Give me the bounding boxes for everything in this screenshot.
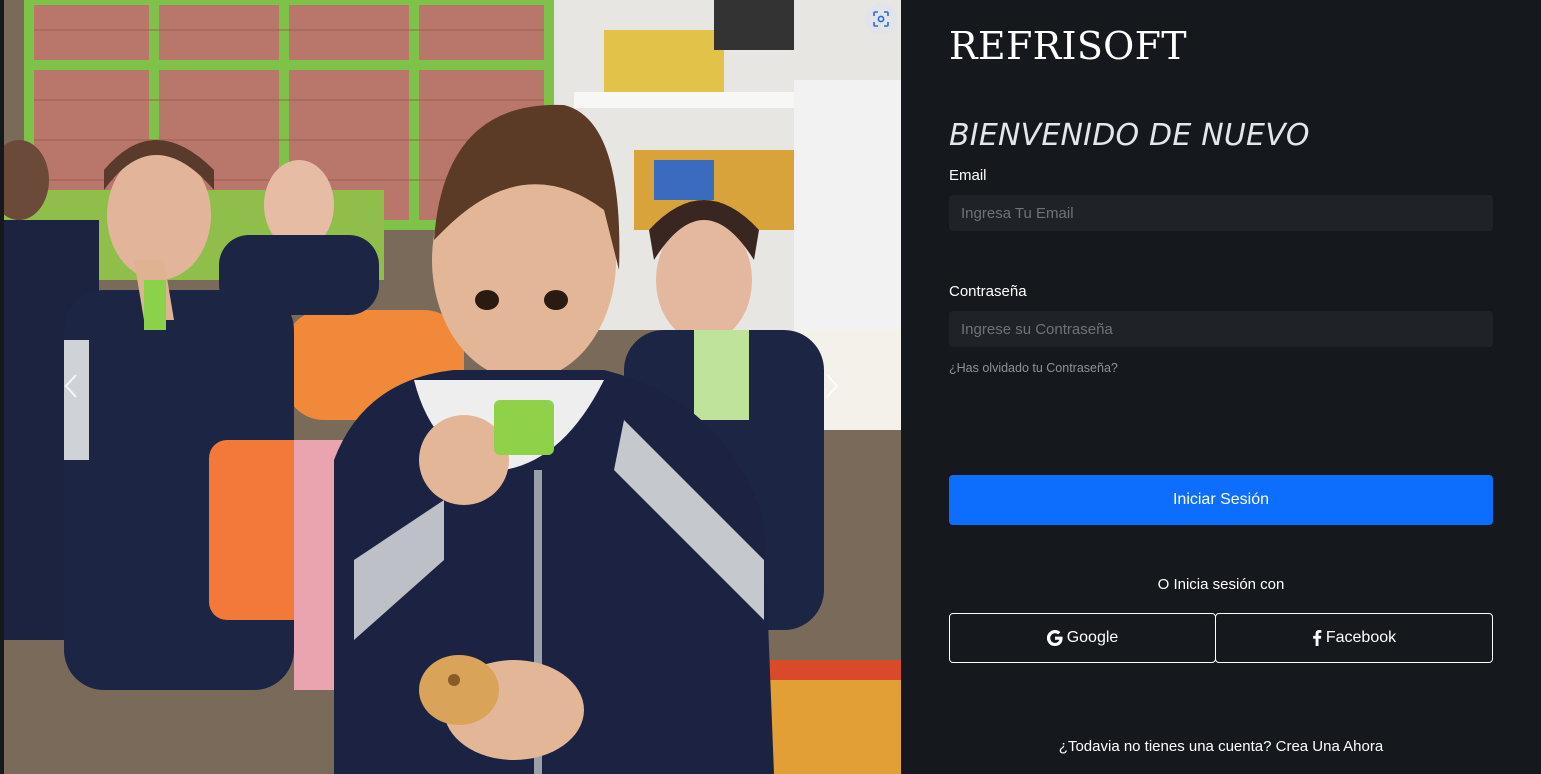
- forgot-password-link[interactable]: ¿Has olvidado tu Contraseña?: [949, 361, 1118, 375]
- visual-search-button[interactable]: [865, 3, 897, 35]
- chevron-right-icon: [826, 374, 839, 398]
- carousel-next-button[interactable]: [817, 366, 847, 406]
- login-button[interactable]: Iniciar Sesión: [949, 475, 1493, 525]
- email-field[interactable]: [949, 195, 1493, 231]
- signup-prompt: ¿Todavia no tienes una cuenta? Crea Una …: [949, 738, 1493, 755]
- login-panel: REFRISOFT BIENVENIDO DE NUEVO Email Cont…: [901, 0, 1541, 774]
- email-label: Email: [949, 167, 987, 184]
- welcome-heading: BIENVENIDO DE NUEVO: [949, 118, 1310, 153]
- password-field[interactable]: [949, 311, 1493, 347]
- signup-text: ¿Todavia no tienes una cuenta?: [1058, 738, 1272, 755]
- classroom-photo: [4, 0, 901, 774]
- google-icon: [1046, 630, 1063, 646]
- image-carousel[interactable]: [4, 0, 901, 774]
- brand-title: REFRISOFT: [949, 24, 1187, 68]
- facebook-label: Facebook: [1325, 629, 1397, 646]
- carousel-prev-button[interactable]: [56, 366, 86, 406]
- facebook-login-button[interactable]: Facebook: [1215, 613, 1493, 663]
- visual-search-icon: [873, 11, 889, 27]
- password-label: Contraseña: [949, 283, 1027, 300]
- chevron-left-icon: [64, 374, 77, 398]
- google-login-button[interactable]: Google: [949, 613, 1216, 663]
- google-label: Google: [1066, 629, 1119, 646]
- signup-link[interactable]: Crea Una Ahora: [1276, 738, 1384, 755]
- facebook-icon: [1313, 630, 1322, 646]
- social-login-divider-text: O Inicia sesión con: [1157, 576, 1285, 593]
